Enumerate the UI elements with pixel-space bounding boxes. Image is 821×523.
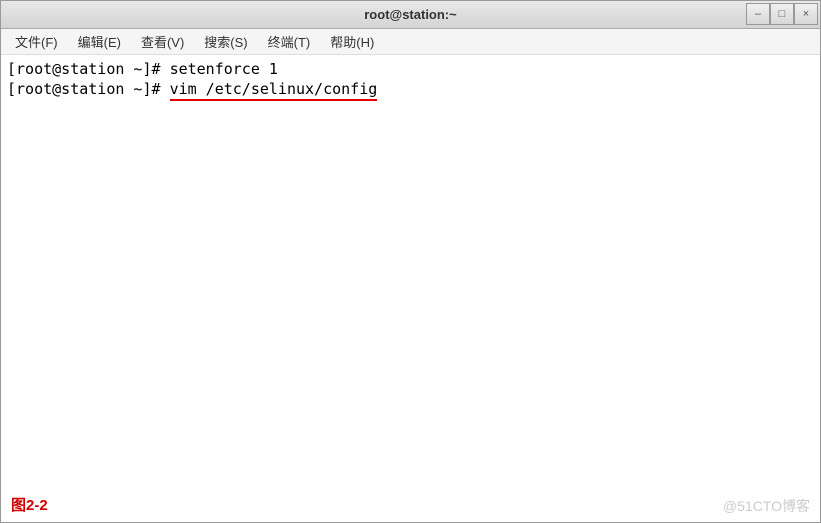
titlebar: root@station:~ – □ × [1,1,820,29]
close-button[interactable]: × [794,3,818,25]
terminal-line: [root@station ~]# vim /etc/selinux/confi… [7,79,814,99]
command-text: setenforce 1 [170,60,278,78]
terminal-area[interactable]: [root@station ~]# setenforce 1 [root@sta… [1,55,820,522]
minimize-button[interactable]: – [746,3,770,25]
command-text-highlighted: vim /etc/selinux/config [170,80,378,101]
watermark: @51CTO博客 [723,497,810,516]
menu-edit[interactable]: 编辑(E) [70,29,129,54]
prompt: [root@station ~]# [7,60,170,78]
menu-terminal[interactable]: 终端(T) [260,29,319,54]
window-controls: – □ × [746,3,818,25]
maximize-button[interactable]: □ [770,3,794,25]
terminal-line: [root@station ~]# setenforce 1 [7,59,814,79]
menu-help[interactable]: 帮助(H) [322,29,382,54]
window-title: root@station:~ [364,7,456,22]
menu-file[interactable]: 文件(F) [7,29,66,54]
menubar: 文件(F) 编辑(E) 查看(V) 搜索(S) 终端(T) 帮助(H) [1,29,820,55]
menu-view[interactable]: 查看(V) [133,29,192,54]
figure-caption: 图2-2 [11,496,48,516]
menu-search[interactable]: 搜索(S) [196,29,255,54]
prompt: [root@station ~]# [7,80,170,98]
